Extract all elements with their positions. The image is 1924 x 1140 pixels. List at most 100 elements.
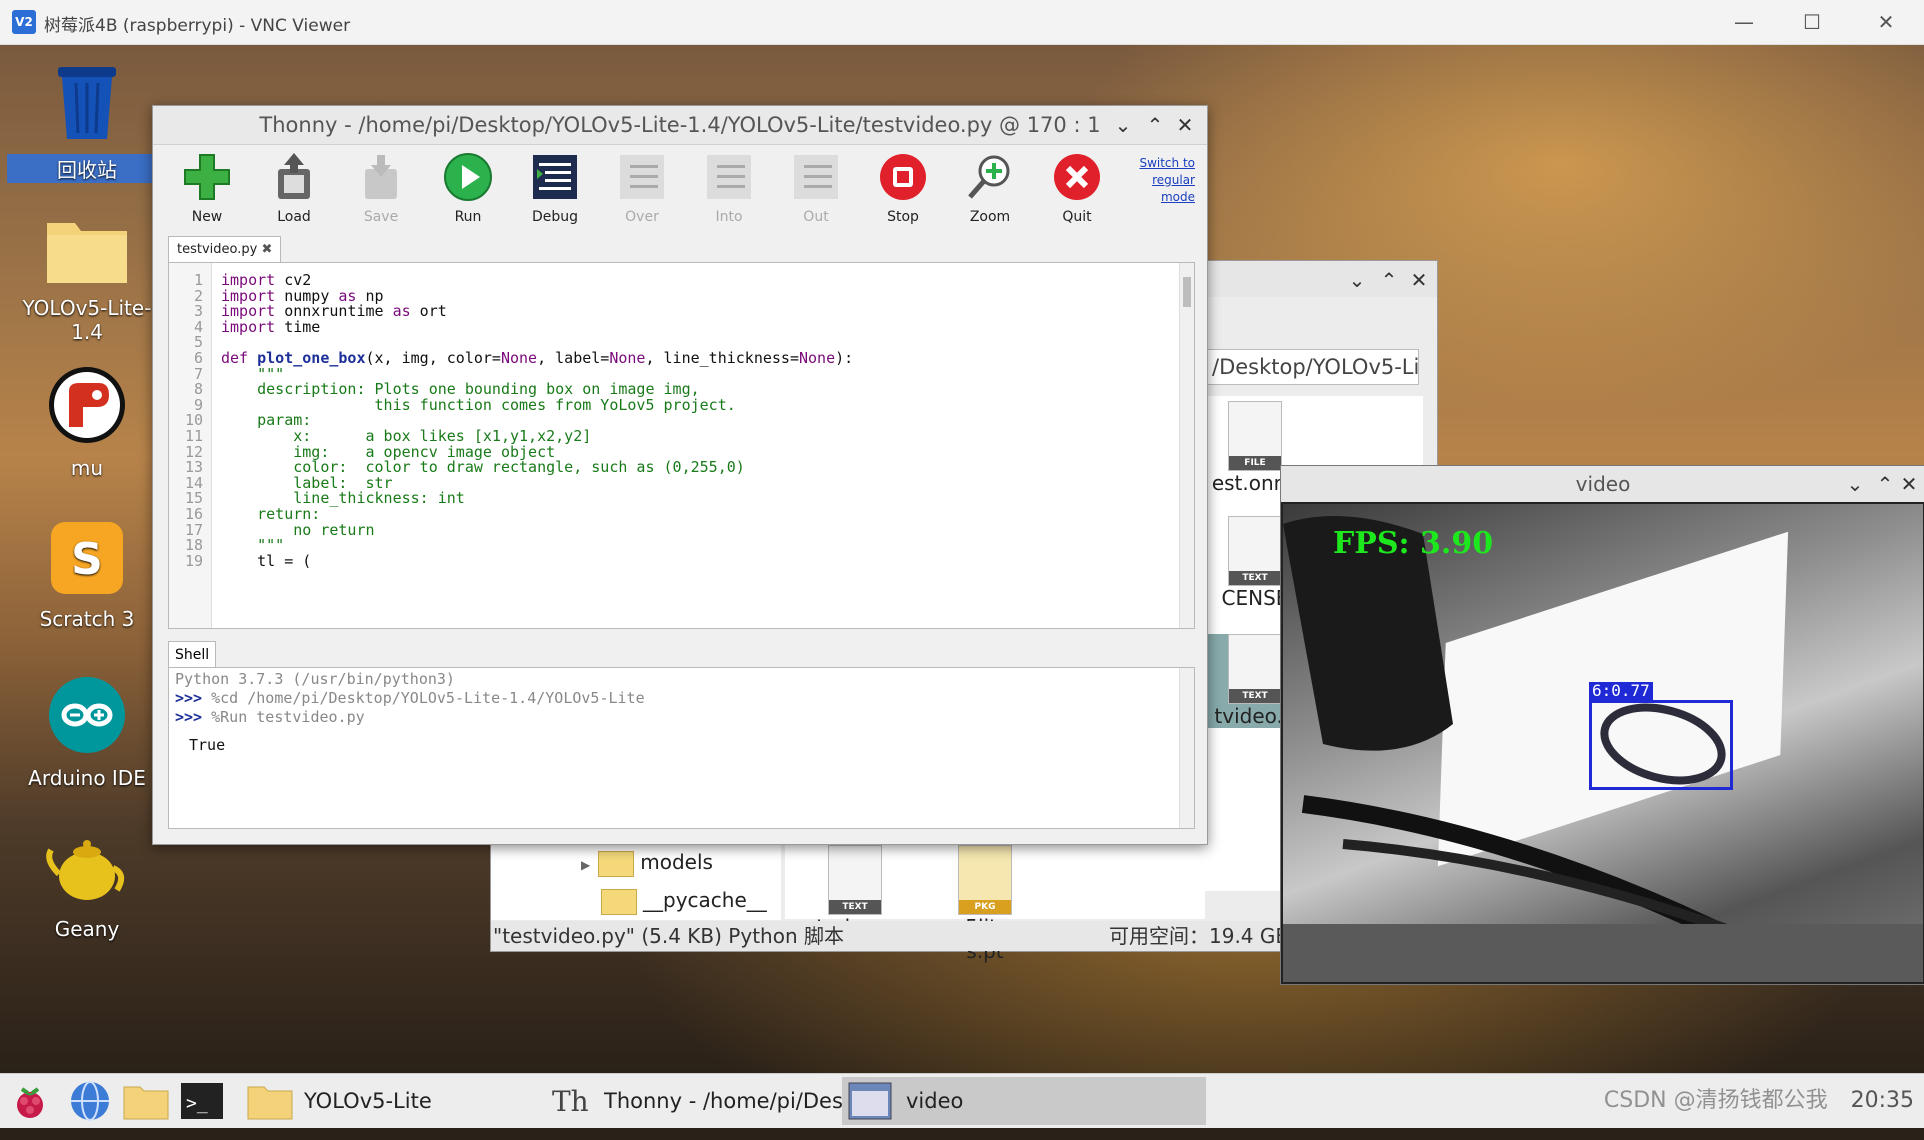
arduino-icon [49, 677, 125, 753]
globe-icon [71, 1081, 109, 1121]
file-manager-button[interactable] [122, 1077, 170, 1125]
video-titlebar: video ⌄ ⌃ ✕ [1281, 466, 1924, 502]
desktop-icon-trash[interactable]: 回收站 [7, 61, 167, 183]
desktop-icon-scratch[interactable]: S Scratch 3 [7, 520, 167, 631]
scratch-icon: S [51, 522, 123, 594]
step-over-button[interactable]: Over [602, 151, 682, 225]
mu-icon [49, 367, 125, 443]
desktop-icon-label: Scratch 3 [39, 607, 135, 631]
package-icon: PKG [958, 845, 1012, 915]
step-out-icon [794, 155, 838, 199]
browser-button[interactable] [68, 1077, 112, 1125]
run-icon [444, 153, 492, 201]
detection-box [1589, 700, 1733, 790]
debug-button[interactable]: Debug [515, 151, 595, 225]
camera-frame: FPS: 3.90 6:0.77 [1283, 504, 1923, 982]
maximize-icon[interactable]: ☐ [1798, 8, 1826, 36]
video-title: video [1575, 472, 1631, 496]
thonny-title: Thonny - /home/pi/Desktop/YOLOv5-Lite-1.… [259, 113, 1101, 137]
clock: 20:35 [1850, 1088, 1914, 1113]
scrollbar-thumb[interactable] [1183, 277, 1191, 307]
code-text: def plot_one_box(x, img, color=None, lab… [221, 349, 854, 367]
close-icon[interactable]: ✕ [1895, 466, 1923, 502]
step-out-button[interactable]: Out [776, 151, 856, 225]
code-text: import time [221, 317, 321, 336]
debug-icon [533, 155, 577, 199]
step-into-button[interactable]: Into [689, 151, 769, 225]
desktop-icon-geany[interactable]: Geany [7, 830, 167, 941]
switch-mode-link[interactable]: Switch to regular mode [1139, 155, 1195, 206]
minimize-icon[interactable]: — [1730, 8, 1758, 36]
file-icon: FILE [1228, 401, 1282, 471]
tree-item-models[interactable]: ▶ models [581, 850, 713, 877]
raspberry-icon [17, 1087, 43, 1118]
video-window[interactable]: video ⌄ ⌃ ✕ FPS: 3.90 6:0.77 [1280, 465, 1924, 985]
desktop-icon-arduino[interactable]: Arduino IDE [7, 675, 167, 790]
desktop-icon-mu[interactable]: mu [7, 365, 167, 480]
status-free-space: 可用空间：19.4 GB [1109, 924, 1290, 948]
close-icon[interactable]: ✕ [1171, 106, 1199, 144]
zoom-button[interactable]: Zoom [950, 151, 1030, 225]
quit-icon [1054, 154, 1100, 200]
fps-overlay: FPS: 3.90 [1333, 526, 1494, 561]
terminal-button[interactable]: >_ [180, 1077, 224, 1125]
stop-icon [880, 154, 926, 200]
chevron-up-icon[interactable]: ⌃ [1375, 261, 1403, 299]
tab-shell[interactable]: Shell [168, 641, 217, 668]
load-button[interactable]: Load [254, 151, 334, 225]
shell-scrollbar[interactable] [1179, 668, 1194, 828]
vnc-app-icon: V2 [12, 10, 36, 34]
editor-scrollbar[interactable] [1179, 263, 1194, 628]
expand-arrow-icon[interactable]: ▶ [581, 858, 590, 872]
folder-icon [247, 1086, 293, 1120]
taskbar: >_ YOLOv5-Lite Th Thonny - /home/pi/Des.… [0, 1073, 1924, 1128]
quit-button[interactable]: Quit [1037, 151, 1117, 225]
svg-text:>_: >_ [186, 1093, 208, 1114]
thonny-window[interactable]: Thonny - /home/pi/Desktop/YOLOv5-Lite-1.… [152, 105, 1208, 845]
close-tab-icon[interactable]: ✖ [261, 242, 272, 257]
watermark-text: CSDN @清扬钱都公我 [1603, 1088, 1828, 1113]
shell-line: >>> %cd /home/pi/Desktop/YOLOv5-Lite-1.4… [175, 689, 645, 707]
step-into-icon [707, 155, 751, 199]
chevron-up-icon[interactable]: ⌃ [1141, 106, 1169, 144]
desktop-icon-yolo-folder[interactable]: YOLOv5-Lite-1.4 [7, 215, 167, 344]
desktop-icon-label: mu [70, 456, 104, 480]
desktop-icon-label: Arduino IDE [28, 766, 146, 790]
chevron-down-icon[interactable]: ⌄ [1841, 466, 1869, 502]
tree-item-pycache[interactable]: __pycache__ [601, 888, 767, 915]
run-button[interactable]: Run [428, 151, 508, 225]
close-icon[interactable]: ✕ [1872, 8, 1900, 36]
chevron-down-icon[interactable]: ⌄ [1343, 261, 1371, 299]
load-icon [278, 153, 310, 199]
close-icon[interactable]: ✕ [1405, 261, 1433, 299]
folder-tree[interactable]: ▶ models __pycache__ [491, 841, 781, 920]
path-field[interactable]: /Desktop/YOLOv5-Lite [1205, 349, 1419, 385]
desktop-icon-label: YOLOv5-Lite-1.4 [22, 296, 152, 344]
code-editor[interactable]: 1 import cv2 2 import numpy as np 3 import on… [168, 262, 1195, 629]
shell-panel[interactable]: Python 3.7.3 (/usr/bin/python3) >>> %cd … [168, 667, 1195, 829]
plus-icon [184, 154, 230, 200]
vnc-window-title: 树莓派4B (raspberrypi) - VNC Viewer [44, 16, 351, 36]
trash-icon [58, 67, 116, 139]
teapot-icon [46, 840, 125, 900]
window-icon [848, 1082, 892, 1120]
folder-icon [47, 223, 127, 283]
shell-line: >>> %Run testvideo.py [175, 708, 365, 726]
system-tray: CSDN @清扬钱都公我 20:35 [1604, 1077, 1914, 1125]
raspberry-menu-button[interactable] [10, 1077, 54, 1125]
new-button[interactable]: New [167, 151, 247, 225]
task-video[interactable]: video [842, 1077, 1206, 1125]
step-over-icon [620, 155, 664, 199]
chevron-down-icon[interactable]: ⌄ [1109, 106, 1137, 144]
line-number: 19 [184, 551, 203, 570]
stop-button[interactable]: Stop [863, 151, 943, 225]
svg-text:S: S [71, 534, 103, 585]
tab-testvideo[interactable]: testvideo.py ✖ [168, 236, 282, 263]
file-icon-grid[interactable]: TEXT train.py PKG v5lite-s.pt [785, 841, 1205, 963]
save-button[interactable]: Save [341, 151, 421, 225]
folder-icon [123, 1086, 169, 1120]
code-text: tl = ( [221, 551, 312, 570]
folder-icon [601, 888, 637, 915]
thonny-titlebar: Thonny - /home/pi/Desktop/YOLOv5-Lite-1.… [153, 106, 1207, 145]
thonny-icon: Th [552, 1085, 588, 1118]
